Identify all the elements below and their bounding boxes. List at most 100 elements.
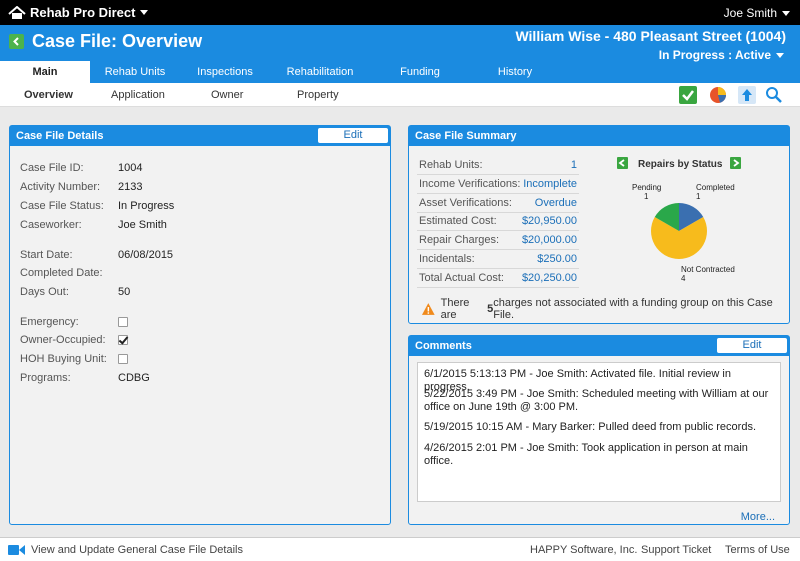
panel-title: Comments Edit bbox=[409, 336, 789, 356]
panel-title-text: Case File Summary bbox=[415, 130, 517, 142]
field-value: 1004 bbox=[118, 162, 143, 174]
field-checkbox bbox=[118, 354, 128, 364]
field-value: Joe Smith bbox=[118, 219, 167, 231]
pie-count: 1 bbox=[644, 192, 649, 201]
warning-icon bbox=[421, 303, 435, 315]
case-file-summary-panel: Case File Summary Rehab Units: 1 Income Ve… bbox=[408, 125, 790, 324]
pie-label: Not Contracted bbox=[681, 265, 735, 274]
pie-label: Pending bbox=[632, 183, 661, 192]
comments-list[interactable]: 6/1/2015 5:13:13 PM - Joe Smith: Activat… bbox=[417, 362, 781, 502]
summary-label: Rehab Units: bbox=[419, 159, 483, 171]
field-value: 50 bbox=[118, 286, 131, 298]
chevron-down-icon bbox=[776, 52, 784, 58]
field-checkbox bbox=[118, 317, 128, 327]
case-file-details-panel: Case File Details Edit Case File ID: 1004… bbox=[9, 125, 391, 525]
summary-label: Estimated Cost: bbox=[419, 215, 497, 228]
footer: View and Update General Case File Detail… bbox=[0, 537, 800, 561]
summary-label: Total Actual Cost: bbox=[419, 271, 504, 284]
comments-more-link[interactable]: More... bbox=[741, 511, 775, 523]
upload-icon[interactable] bbox=[738, 86, 756, 104]
summary-label: Income Verifications: bbox=[419, 177, 521, 190]
subnav-application[interactable]: Application bbox=[111, 89, 165, 101]
summary-row: Repair Charges: $20,000.00 bbox=[417, 231, 579, 251]
chevron-down-icon bbox=[140, 10, 149, 15]
tab-history[interactable]: History bbox=[470, 61, 560, 83]
video-icon[interactable] bbox=[8, 543, 26, 557]
tab-funding[interactable]: Funding bbox=[370, 61, 470, 83]
sub-nav: Overview Application Owner Property bbox=[0, 83, 800, 107]
warning-post: charges not associated with a funding gr… bbox=[493, 297, 773, 321]
page-title: Case File: Overview bbox=[32, 31, 203, 51]
summary-value[interactable]: $250.00 bbox=[537, 253, 577, 265]
panel-title: Case File Details Edit bbox=[10, 126, 390, 146]
field-value: CDBG bbox=[118, 372, 150, 384]
app-name: Rehab Pro Direct bbox=[30, 5, 136, 20]
field-label: Days Out: bbox=[20, 286, 69, 298]
summary-label: Asset Verifications: bbox=[419, 196, 512, 209]
support-ticket-link[interactable]: Support Ticket bbox=[641, 544, 711, 556]
subnav-owner[interactable]: Owner bbox=[211, 89, 243, 101]
panel-title-text: Case File Details bbox=[16, 130, 104, 142]
details-edit-button[interactable]: Edit bbox=[318, 128, 388, 143]
summary-value[interactable]: 1 bbox=[571, 159, 577, 171]
tab-main[interactable]: Main bbox=[0, 61, 90, 83]
field-label: Programs: bbox=[20, 372, 71, 384]
comments-edit-button[interactable]: Edit bbox=[717, 338, 787, 353]
status-menu[interactable]: In Progress : Active bbox=[659, 48, 784, 62]
subnav-overview[interactable]: Overview bbox=[24, 89, 73, 101]
record-title: William Wise - 480 Pleasant Street (1004… bbox=[515, 28, 786, 44]
terms-link[interactable]: Terms of Use bbox=[725, 544, 790, 556]
tab-rehabilitation[interactable]: Rehabilitation bbox=[270, 61, 370, 83]
panel-title: Case File Summary bbox=[409, 126, 789, 146]
comments-panel: Comments Edit 6/1/2015 5:13:13 PM - Joe … bbox=[408, 335, 790, 525]
chart-title: Repairs by Status bbox=[638, 159, 723, 170]
field-label: Owner-Occupied: bbox=[20, 334, 106, 346]
chevron-left-icon bbox=[13, 37, 19, 46]
company-link[interactable]: HAPPY Software, Inc. bbox=[530, 544, 637, 556]
house-icon bbox=[8, 5, 26, 19]
user-menu[interactable]: Joe Smith bbox=[724, 6, 790, 20]
tab-rehab-units[interactable]: Rehab Units bbox=[90, 61, 180, 83]
summary-row: Total Actual Cost: $20,250.00 bbox=[417, 269, 579, 288]
summary-row: Asset Verifications: Overdue bbox=[417, 194, 579, 213]
funding-warning: There are 5 charges not associated with … bbox=[421, 297, 789, 321]
summary-value[interactable]: $20,250.00 bbox=[522, 272, 577, 284]
summary-value[interactable]: Incomplete bbox=[523, 178, 577, 190]
user-name: Joe Smith bbox=[723, 6, 777, 20]
summary-row: Income Verifications: Incomplete bbox=[417, 175, 579, 194]
field-label: Case File Status: bbox=[20, 200, 104, 212]
page-header: Case File: Overview William Wise - 480 P… bbox=[0, 25, 800, 83]
field-value: 2133 bbox=[118, 181, 143, 193]
field-label: Emergency: bbox=[20, 316, 79, 328]
summary-value[interactable]: $20,950.00 bbox=[522, 215, 577, 227]
help-link[interactable]: View and Update General Case File Detail… bbox=[31, 544, 243, 556]
summary-label: Incidentals: bbox=[419, 253, 475, 265]
field-label: Completed Date: bbox=[20, 267, 103, 279]
checkmark-icon[interactable] bbox=[679, 86, 697, 104]
summary-row: Incidentals: $250.00 bbox=[417, 250, 579, 269]
subnav-property[interactable]: Property bbox=[297, 89, 339, 101]
panel-title-text: Comments bbox=[415, 340, 472, 352]
tab-inspections[interactable]: Inspections bbox=[180, 61, 270, 83]
main-tabs: Main Rehab Units Inspections Rehabilitat… bbox=[0, 61, 560, 83]
pie-label: Completed bbox=[696, 183, 735, 192]
comment-item: 4/26/2015 2:01 PM - Joe Smith: Took appl… bbox=[424, 442, 748, 467]
field-checkbox bbox=[118, 335, 128, 345]
field-label: Case File ID: bbox=[20, 162, 84, 174]
pie-count: 1 bbox=[696, 192, 701, 201]
search-icon[interactable] bbox=[765, 86, 783, 104]
field-value: 06/08/2015 bbox=[118, 249, 174, 261]
pie-chart-icon[interactable] bbox=[709, 86, 727, 104]
summary-value[interactable]: Overdue bbox=[535, 197, 577, 209]
field-label: Activity Number: bbox=[20, 181, 101, 193]
back-button[interactable] bbox=[9, 34, 24, 49]
summary-value[interactable]: $20,000.00 bbox=[522, 234, 577, 246]
pie-count: 4 bbox=[681, 274, 686, 283]
repairs-pie-chart: Pending1Completed1Not Contracted4 bbox=[632, 183, 735, 283]
summary-row: Estimated Cost: $20,950.00 bbox=[417, 212, 579, 232]
field-label: Start Date: bbox=[20, 249, 73, 261]
chevron-down-icon bbox=[782, 10, 790, 16]
field-label: Caseworker: bbox=[20, 219, 82, 231]
field-value: In Progress bbox=[118, 200, 175, 212]
app-menu[interactable]: Rehab Pro Direct bbox=[8, 5, 149, 20]
